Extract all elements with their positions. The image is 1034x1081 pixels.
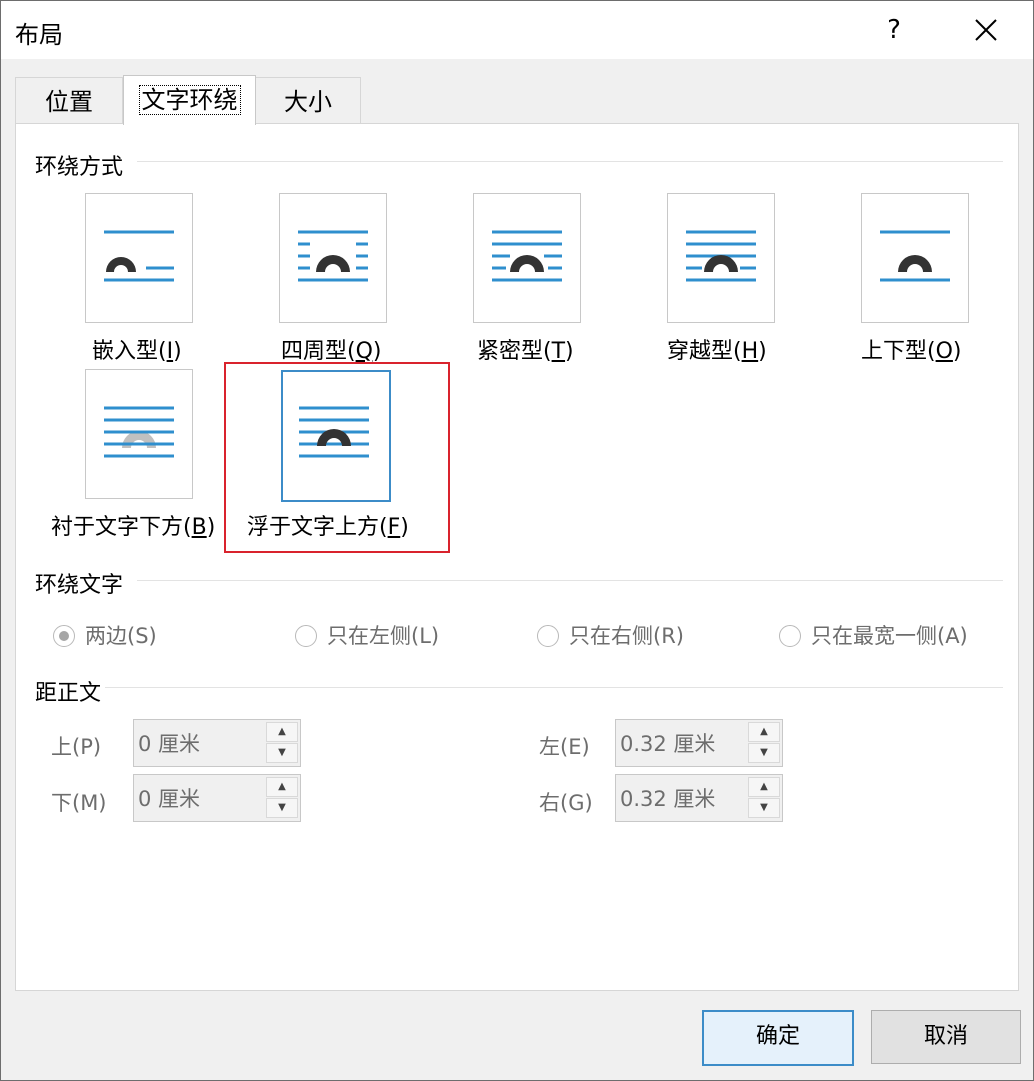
wrap-through-option[interactable] (667, 193, 775, 323)
distance-heading: 距正文 (35, 681, 102, 706)
distance-left-value: 0.32 厘米 (620, 732, 716, 756)
spin-up-icon[interactable]: ▲ (748, 722, 780, 742)
wrap-through-icon (686, 230, 756, 282)
spinner-buttons: ▲ ▼ (748, 722, 780, 764)
distance-right-label: 右(G) (539, 791, 593, 815)
distance-top-value: 0 厘米 (138, 732, 201, 756)
tab-label: 文字环绕 (138, 85, 241, 115)
spinner-buttons: ▲ ▼ (266, 722, 298, 764)
selection-highlight-box (224, 362, 450, 553)
radio-left-only[interactable]: 只在左侧(L) (295, 620, 439, 650)
distance-right-value: 0.32 厘米 (620, 787, 716, 811)
distance-bottom-value: 0 厘米 (138, 787, 201, 811)
distance-top-label: 上(P) (51, 735, 102, 759)
spin-up-icon[interactable]: ▲ (266, 777, 298, 797)
section-divider (137, 580, 1003, 581)
help-icon: ? (887, 15, 901, 45)
wrap-behind-text-label: 衬于文字下方(B) (51, 515, 216, 540)
spin-up-icon[interactable]: ▲ (748, 777, 780, 797)
tab-label: 大小 (284, 88, 332, 116)
close-icon (975, 19, 997, 41)
layout-dialog: 布局 ? 位置 文字环绕 大小 环绕方式 嵌入型(I) 四周型(Q) 紧密型(T… (0, 0, 1034, 1081)
spinner-buttons: ▲ ▼ (748, 777, 780, 819)
wrap-tight-label: 紧密型(T) (477, 339, 574, 364)
radio-both-sides[interactable]: 两边(S) (53, 620, 157, 650)
radio-right-only[interactable]: 只在右侧(R) (537, 620, 684, 650)
wrap-top-bottom-option[interactable] (861, 193, 969, 323)
spin-down-icon[interactable]: ▼ (748, 798, 780, 818)
tab-label: 位置 (45, 88, 93, 116)
wrap-top-bottom-icon (880, 230, 950, 282)
spinner-buttons: ▲ ▼ (266, 777, 298, 819)
wrap-inline-option[interactable] (85, 193, 193, 323)
wrap-through-label: 穿越型(H) (667, 339, 767, 364)
distance-left-spinner[interactable]: 0.32 厘米 ▲ ▼ (615, 719, 783, 767)
tab-text-wrapping[interactable]: 文字环绕 (123, 75, 256, 125)
distance-bottom-label: 下(M) (51, 791, 107, 815)
tab-position[interactable]: 位置 (15, 77, 123, 123)
spin-down-icon[interactable]: ▼ (748, 743, 780, 763)
section-divider (137, 161, 1003, 162)
tab-size[interactable]: 大小 (255, 77, 361, 123)
wrap-behind-text-icon (104, 406, 174, 458)
spin-up-icon[interactable]: ▲ (266, 722, 298, 742)
ok-button[interactable]: 确定 (702, 1010, 854, 1066)
wrap-behind-text-option[interactable] (85, 369, 193, 499)
radio-largest-only[interactable]: 只在最宽一侧(A) (779, 620, 968, 650)
wrap-square-label: 四周型(Q) (281, 339, 382, 364)
distance-top-spinner[interactable]: 0 厘米 ▲ ▼ (133, 719, 301, 767)
wrap-tight-option[interactable] (473, 193, 581, 323)
wrap-tight-icon (492, 230, 562, 282)
section-divider (105, 687, 1003, 688)
wrap-square-option[interactable] (279, 193, 387, 323)
wrap-top-bottom-label: 上下型(O) (861, 339, 962, 364)
radio-icon (537, 625, 559, 647)
dialog-title: 布局 (15, 21, 63, 49)
radio-selected-icon (53, 625, 75, 647)
radio-icon (295, 625, 317, 647)
close-button[interactable] (961, 7, 1011, 53)
wrap-inline-label: 嵌入型(I) (92, 339, 182, 364)
distance-bottom-spinner[interactable]: 0 厘米 ▲ ▼ (133, 774, 301, 822)
title-bar: 布局 ? (1, 1, 1033, 59)
wrap-square-icon (298, 230, 368, 282)
wrap-style-heading: 环绕方式 (35, 155, 124, 180)
wrap-inline-icon (104, 230, 174, 282)
wrap-text-heading: 环绕文字 (35, 573, 124, 598)
distance-right-spinner[interactable]: 0.32 厘米 ▲ ▼ (615, 774, 783, 822)
spin-down-icon[interactable]: ▼ (266, 743, 298, 763)
help-button[interactable]: ? (871, 7, 917, 53)
distance-left-label: 左(E) (539, 735, 590, 759)
spin-down-icon[interactable]: ▼ (266, 798, 298, 818)
cancel-button[interactable]: 取消 (871, 1010, 1021, 1064)
radio-icon (779, 625, 801, 647)
